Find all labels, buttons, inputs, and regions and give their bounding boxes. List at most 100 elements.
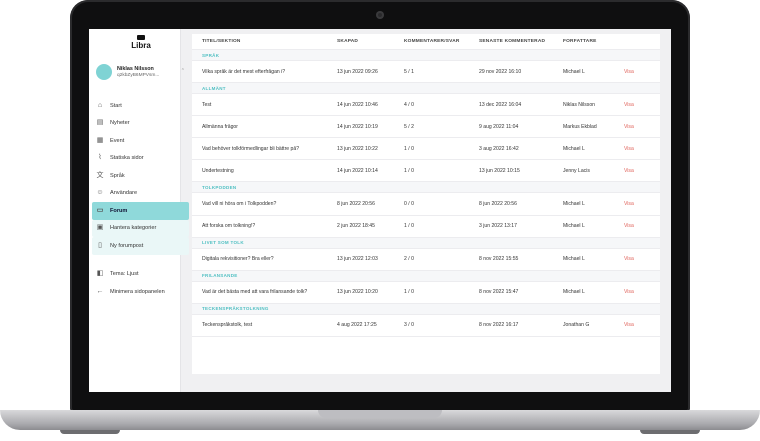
created-date: 13 jun 2022 09:26 <box>337 68 378 75</box>
sidebar-item-label: Event <box>110 137 125 144</box>
post-title: Digitala rekvisitioner? Bra eller? <box>202 256 274 263</box>
created-date: 13 jun 2022 10:20 <box>337 289 378 296</box>
table-row[interactable]: Allmänna frågor 14 jun 2022 10:19 5 / 2 9 a… <box>192 116 660 139</box>
sidebar-item-forum[interactable]: ▭ Forum <box>92 202 189 220</box>
view-link[interactable]: Visa <box>624 289 660 295</box>
sidebar-item-minimera-sidopanelen[interactable]: ← Minimera sidopanelen <box>92 283 189 301</box>
sidebar-item-label: Tema: Ljust <box>110 271 139 278</box>
last-commented: 13 dec 2022 16:04 <box>479 101 522 108</box>
laptop-notch <box>318 410 442 418</box>
view-link[interactable]: Visa <box>624 223 660 229</box>
sidebar-item-spr-k[interactable]: 文 Språk <box>92 167 189 185</box>
comment-count: 1 / 0 <box>404 167 414 174</box>
screen: Libra Niklas Nilsson q2kbZyB6MPVsm... ⌃ … <box>89 29 671 392</box>
comment-count: 1 / 0 <box>404 223 414 230</box>
sidebar-item-tema-ljust[interactable]: ◧ Tema: Ljust <box>92 266 189 284</box>
sidebar-item-statiska-sidor[interactable]: ⌇ Statiska sidor <box>92 150 189 168</box>
sidebar-item-label: Nyheter <box>110 120 130 127</box>
post-title: Vad behöver tolkförmedlingar bli bättre … <box>202 145 300 152</box>
post-title: Att forska om tolkning!? <box>202 223 256 230</box>
sidebar-item-label: Statiska sidor <box>110 155 144 162</box>
section-header: ALLMÄNT <box>192 83 660 95</box>
avatar <box>96 64 112 80</box>
logo[interactable]: Libra <box>129 35 153 50</box>
sidebar-item-label: Start <box>110 102 122 109</box>
table-row[interactable]: Vad behöver tolkförmedlingar bli bättre … <box>192 138 660 161</box>
table-row[interactable]: Vad vill ni höra om i Tolkpodden? 8 jun 2… <box>192 193 660 216</box>
last-commented: 29 nov 2022 16:10 <box>479 68 522 75</box>
view-link[interactable]: Visa <box>624 322 660 328</box>
arrow-left-icon: ← <box>96 287 104 295</box>
column-header[interactable]: SENASTE KOMMENTERAD <box>479 39 563 44</box>
created-date: 14 jun 2022 10:46 <box>337 101 378 108</box>
author: Jenny Lacis <box>563 167 590 174</box>
main-content: TITEL/SEKTION SKAPAD KOMMENTARER/SVAR SENAS… <box>181 29 671 392</box>
column-header[interactable]: FÖRFATTARE <box>563 39 624 44</box>
table-row[interactable]: Digitala rekvisitioner? Bra eller? 13 jun… <box>192 249 660 271</box>
created-date: 14 jun 2022 10:19 <box>337 123 378 130</box>
sidebar-nav: ⌂ Start ▤ Nyheter ▦ Event ⌇ Statiska sidor 文 Språ… <box>92 97 189 301</box>
column-header[interactable]: TITEL/SEKTION <box>192 39 337 44</box>
view-link[interactable]: Visa <box>624 69 660 75</box>
column-header[interactable]: SKAPAD <box>337 39 404 44</box>
column-header[interactable]: KOMMENTARER/SVAR <box>404 39 479 44</box>
table-row[interactable]: Vilka språk är det mest efterfrågan i? 13… <box>192 61 660 84</box>
user-info: Niklas Nilsson q2kbZyB6MPVsm... <box>117 66 159 78</box>
comment-count: 5 / 2 <box>404 123 414 130</box>
comment-count: 4 / 0 <box>404 101 414 108</box>
view-link[interactable]: Visa <box>624 146 660 152</box>
view-link[interactable]: Visa <box>624 124 660 130</box>
sidebar-item-nyheter[interactable]: ▤ Nyheter <box>92 115 189 133</box>
new-post-icon: ▯ <box>98 241 102 249</box>
section-header: FRILANSANDE <box>192 270 660 282</box>
created-date: 2 jun 2022 18:45 <box>337 223 375 230</box>
author: Michael L <box>563 223 585 230</box>
user-profile[interactable]: Niklas Nilsson q2kbZyB6MPVsm... ⌃ <box>96 61 188 83</box>
view-link[interactable]: Visa <box>624 256 660 262</box>
sidebar-item-label: Ny forumpost <box>110 242 144 249</box>
user-id: q2kbZyB6MPVsm... <box>117 73 160 78</box>
created-date: 8 jun 2022 20:56 <box>337 201 375 208</box>
last-commented: 13 jun 2022 10:15 <box>479 167 520 174</box>
sidebar-item-label: Forum <box>110 207 128 214</box>
last-commented: 8 jun 2022 20:56 <box>479 201 517 208</box>
table-row[interactable]: Vad är det bästa med att vara frilansand… <box>192 282 660 304</box>
last-commented: 3 jun 2022 13:17 <box>479 223 517 230</box>
post-title: Undertestning <box>202 167 234 174</box>
view-link[interactable]: Visa <box>624 168 660 174</box>
table-row[interactable]: Undertestning 14 jun 2022 10:14 1 / 0 13 ju… <box>192 160 660 183</box>
comment-count: 0 / 0 <box>404 201 414 208</box>
post-title: Vad vill ni höra om i Tolkpodden? <box>202 201 277 208</box>
section-header: LIVET SOM TOLK <box>192 237 660 249</box>
author: Niklas Nilsson <box>563 101 595 108</box>
table-row[interactable]: Test 14 jun 2022 10:46 4 / 0 13 dec 2022 16… <box>192 94 660 117</box>
camera-icon <box>376 11 384 19</box>
author: Michael L <box>563 201 585 208</box>
translate-icon: 文 <box>96 171 104 179</box>
created-date: 14 jun 2022 10:14 <box>337 167 378 174</box>
comment-count: 1 / 0 <box>404 289 414 296</box>
view-link[interactable]: Visa <box>624 201 660 207</box>
sidebar-item-event[interactable]: ▦ Event <box>92 132 189 150</box>
newspaper-icon: ▤ <box>96 119 104 127</box>
sidebar-item-hantera-kategorier[interactable]: ▣ Hantera kategorier <box>92 219 189 237</box>
sidebar: Libra Niklas Nilsson q2kbZyB6MPVsm... ⌃ … <box>89 29 189 392</box>
comment-count: 1 / 0 <box>404 145 414 152</box>
sidebar-item-label: Minimera sidopanelen <box>110 288 165 295</box>
table-row[interactable]: Att forska om tolkning!? 2 jun 2022 18:45… <box>192 216 660 238</box>
users-icon: ☺ <box>96 189 104 197</box>
comment-count: 5 / 1 <box>404 68 414 75</box>
post-title: Test <box>202 101 212 108</box>
chat-bubble-icon <box>137 35 145 40</box>
table-row[interactable]: Teckenspråkstolk, test 4 aug 2022 17:25 3 … <box>192 315 660 337</box>
sidebar-item-start[interactable]: ⌂ Start <box>92 97 189 115</box>
sidebar-item-ny-forumpost[interactable]: ▯ Ny forumpost <box>92 237 189 255</box>
sidebar-item-anv-ndare[interactable]: ☺ Användare <box>92 185 189 203</box>
view-link[interactable]: Visa <box>624 102 660 108</box>
sidebar-item-label: Hantera kategorier <box>110 225 157 232</box>
post-title: Allmänna frågor <box>202 123 238 130</box>
created-date: 13 jun 2022 12:03 <box>337 256 378 263</box>
forum-table: TITEL/SEKTION SKAPAD KOMMENTARER/SVAR SENAS… <box>192 34 660 374</box>
calendar-icon: ▦ <box>96 136 104 144</box>
